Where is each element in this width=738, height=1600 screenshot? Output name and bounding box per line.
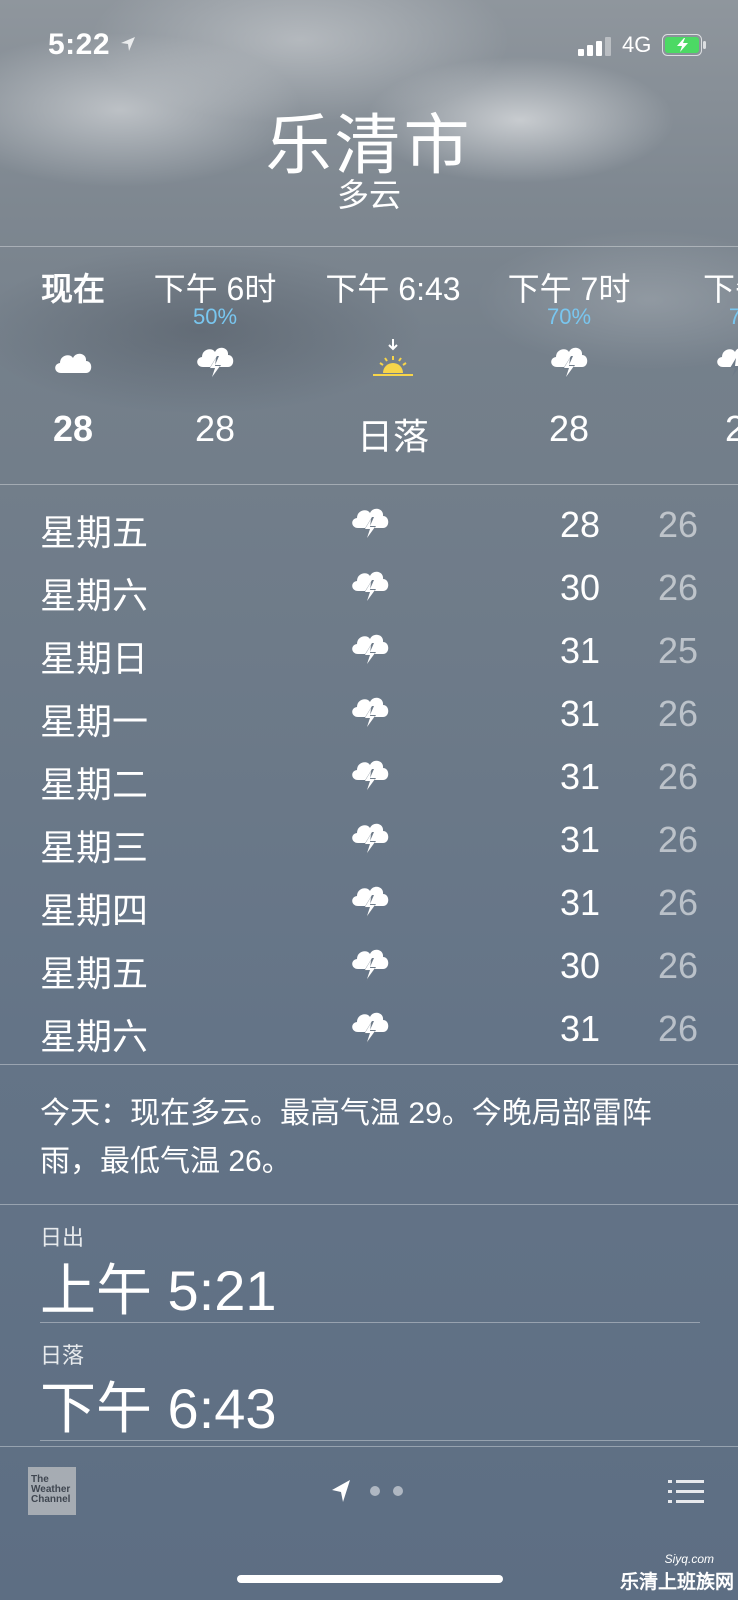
day-name: 星期三: [40, 827, 149, 868]
precip-chance: [0, 304, 148, 332]
hour-temp: 28: [194, 408, 236, 449]
day-name: 星期五: [40, 953, 149, 994]
divider: [40, 1440, 700, 1441]
daily-row: 星期五 28 26: [0, 496, 738, 559]
day-name: 星期六: [40, 1016, 149, 1057]
divider: [0, 1446, 738, 1447]
thunderstorm-icon: [717, 348, 738, 377]
thunderstorm-icon: [197, 347, 234, 380]
low-temp: 26: [657, 567, 698, 608]
hour-label: 下午 6时: [153, 271, 277, 307]
high-temp: 31: [559, 756, 600, 797]
sunrise-value: 上午 5:21: [40, 1259, 277, 1322]
daily-row: 星期二 31 26: [0, 748, 738, 811]
daily-forecast: 星期五 28 26 星期六 30 26 星期日 31 25 星期一 31 26 星期二 31 26 星期三 31…: [0, 496, 738, 1063]
list-icon[interactable]: [668, 1478, 704, 1506]
hour-temp: 28: [52, 408, 94, 449]
page-dot: [393, 1486, 403, 1496]
location-arrow-icon: [332, 1480, 350, 1502]
network-type: 4G: [622, 32, 652, 57]
daily-row: 星期五 30 26: [0, 937, 738, 1000]
precip-chance: 70%: [546, 304, 592, 329]
hour-label: 现在: [40, 271, 105, 307]
watermark: 乐清上班族网: [619, 1572, 734, 1593]
day-name: 星期日: [40, 638, 149, 679]
divider: [40, 1322, 700, 1323]
low-temp: 26: [657, 819, 698, 860]
high-temp: 28: [559, 504, 600, 545]
daily-row: 星期六 30 26: [0, 559, 738, 622]
thunderstorm-icon: [352, 571, 389, 604]
thunderstorm-icon: [352, 508, 389, 541]
high-temp: 30: [559, 945, 600, 986]
watermark-url: Siyq.com: [664, 1552, 714, 1566]
today-summary: 今天：现在多云。最高气温 29。今晚局部雷阵雨，最低气温 26。: [40, 1097, 652, 1178]
signal-icon: [578, 37, 611, 56]
location-arrow-icon: [121, 37, 135, 51]
hour-label: 下午: [702, 271, 738, 307]
page-indicator[interactable]: [330, 1478, 410, 1504]
high-temp: 31: [559, 819, 600, 860]
current-condition: 多云: [336, 177, 401, 213]
hour-temp: 28: [548, 408, 590, 449]
low-temp: 26: [657, 756, 698, 797]
low-temp: 26: [657, 504, 698, 545]
sunset-label: 日落: [356, 416, 429, 457]
status-time: 5:22: [48, 28, 111, 61]
divider: [0, 1064, 738, 1065]
battery-charging-icon: [662, 34, 706, 56]
divider: [0, 484, 738, 485]
sunset-value: 下午 6:43: [40, 1377, 277, 1440]
home-indicator[interactable]: [237, 1575, 503, 1583]
hour-item: 下午 7 2: [660, 248, 738, 450]
daily-row: 星期三 31 26: [0, 811, 738, 874]
precip-chance: 50%: [192, 304, 238, 329]
hour-item: 现在 28: [0, 248, 148, 450]
weather-channel-logo[interactable]: The Weather Channel: [28, 1467, 76, 1515]
hour-item: 下午 6:43 日落: [318, 248, 468, 460]
divider: [0, 246, 738, 247]
daily-row: 星期四 31 26: [0, 874, 738, 937]
daily-row: 星期一 31 26: [0, 685, 738, 748]
thunderstorm-icon: [352, 949, 389, 982]
day-name: 星期二: [40, 764, 149, 805]
hour-label: 下午 7时: [507, 271, 631, 307]
daily-row: 星期日 31 25: [0, 622, 738, 685]
hour-item: 下午 7时 70% 28: [494, 248, 644, 450]
cloud-icon: [55, 353, 92, 373]
day-name: 星期五: [40, 512, 149, 553]
day-name: 星期一: [40, 701, 149, 742]
low-temp: 26: [657, 945, 698, 986]
thunderstorm-icon: [352, 823, 389, 856]
page-dot: [370, 1486, 380, 1496]
low-temp: 26: [657, 1008, 698, 1049]
low-temp: 26: [657, 693, 698, 734]
thunderstorm-icon: [352, 1012, 389, 1045]
day-name: 星期六: [40, 575, 149, 616]
precip-chance: [318, 304, 468, 332]
high-temp: 31: [559, 693, 600, 734]
thunderstorm-icon: [551, 347, 588, 380]
thunderstorm-icon: [352, 760, 389, 793]
sunset-icon: [373, 339, 413, 376]
hourly-forecast[interactable]: 现在 28 下午 6时 50% 28 下午 6:43 日落 下午 7时 70% …: [0, 248, 738, 484]
low-temp: 25: [657, 630, 698, 671]
precip-chance: 7: [728, 304, 738, 329]
hour-item: 下午 6时 50% 28: [140, 248, 290, 450]
low-temp: 26: [657, 882, 698, 923]
thunderstorm-icon: [352, 697, 389, 730]
hour-temp: 2: [724, 408, 738, 449]
daily-row: 星期六 31 26: [0, 1000, 738, 1063]
hour-label: 下午 6:43: [325, 271, 461, 307]
thunderstorm-icon: [352, 886, 389, 919]
day-name: 星期四: [40, 890, 149, 931]
high-temp: 31: [559, 630, 600, 671]
thunderstorm-icon: [352, 634, 389, 667]
high-temp: 30: [559, 567, 600, 608]
high-temp: 31: [559, 882, 600, 923]
high-temp: 31: [559, 1008, 600, 1049]
status-bar: 5:22 4G: [0, 0, 738, 90]
divider: [0, 1204, 738, 1205]
